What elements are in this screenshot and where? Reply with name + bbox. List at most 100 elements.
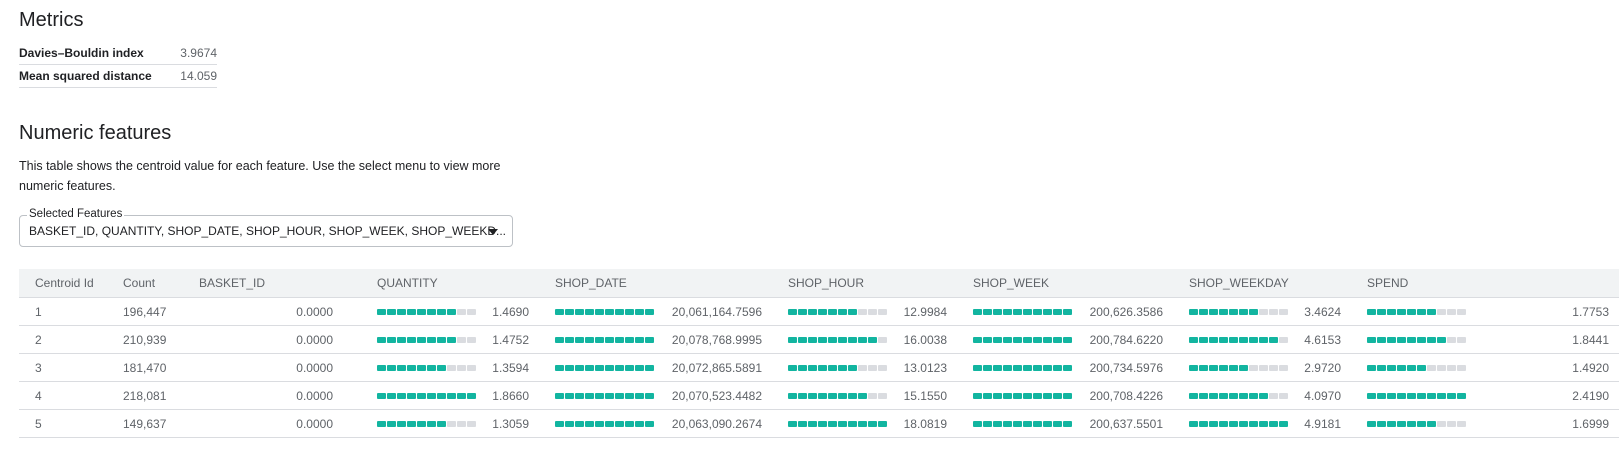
bar-segment	[437, 364, 446, 371]
bar-segment	[457, 336, 466, 343]
centroid-value-bar	[973, 336, 1072, 343]
bar-segment	[848, 336, 857, 343]
bar-segment	[878, 420, 887, 427]
bar-segment	[447, 420, 456, 427]
bar-segment	[575, 308, 584, 315]
bar-segment	[1229, 308, 1238, 315]
bar-segment	[1397, 392, 1406, 399]
bar-segment	[1219, 336, 1228, 343]
bar-segment	[1063, 308, 1072, 315]
bar-segment	[615, 308, 624, 315]
column-header-shop-hour: SHOP_HOUR	[772, 269, 957, 298]
centroid-value: 1.4920	[1572, 360, 1609, 375]
bar-segment	[788, 308, 797, 315]
bar-segment	[1279, 364, 1288, 371]
centroid-value: 15.1550	[903, 388, 947, 403]
bar-segment	[1437, 420, 1446, 427]
bar-segment	[1417, 336, 1426, 343]
select-label: Selected Features	[27, 208, 125, 220]
bar-segment	[798, 364, 807, 371]
basket-id-cell: 0.0000	[183, 353, 361, 382]
centroid-value-bar	[788, 308, 887, 315]
centroid-value: 12.9984	[903, 304, 947, 319]
bar-segment	[387, 420, 396, 427]
centroid-id-cell: 4	[19, 381, 107, 410]
centroid-value-bar	[1189, 308, 1288, 315]
bar-segment	[605, 392, 614, 399]
selected-features-select[interactable]: Selected Features BASKET_ID, QUANTITY, S…	[19, 208, 513, 247]
bar-segment	[467, 392, 476, 399]
bar-segment	[878, 308, 887, 315]
feature-value-cell: 1.8660	[361, 381, 539, 410]
centroid-value: 1.4690	[492, 304, 529, 319]
bar-segment	[828, 336, 837, 343]
centroid-value-bar	[973, 364, 1072, 371]
bar-segment	[467, 364, 476, 371]
bar-segment	[467, 308, 476, 315]
centroid-value: 16.0038	[903, 332, 947, 347]
feature-value-cell: 4.0970	[1173, 381, 1351, 410]
bar-segment	[1043, 392, 1052, 399]
bar-segment	[1239, 392, 1248, 399]
bar-segment	[575, 392, 584, 399]
column-header-basket-id: BASKET_ID	[183, 269, 361, 298]
bar-segment	[788, 336, 797, 343]
bar-segment	[1219, 420, 1228, 427]
bar-segment	[848, 392, 857, 399]
bar-segment	[407, 308, 416, 315]
numeric-features-description: This table shows the centroid value for …	[19, 159, 501, 193]
bar-segment	[625, 336, 634, 343]
feature-value-cell: 20,061,164.7596	[539, 297, 772, 326]
centroid-value: 20,061,164.7596	[671, 304, 762, 319]
bar-segment	[645, 392, 654, 399]
bar-segment	[1033, 420, 1042, 427]
bar-segment	[1377, 308, 1386, 315]
bar-segment	[1407, 308, 1416, 315]
bar-segment	[1367, 392, 1376, 399]
bar-segment	[615, 336, 624, 343]
bar-segment	[1367, 308, 1376, 315]
bar-segment	[427, 420, 436, 427]
bar-segment	[1397, 420, 1406, 427]
bar-segment	[1033, 336, 1042, 343]
bar-segment	[437, 392, 446, 399]
bar-segment	[818, 308, 827, 315]
feature-value-cell: 200,626.3586	[957, 297, 1173, 326]
bar-segment	[1407, 336, 1416, 343]
bar-segment	[818, 392, 827, 399]
bar-segment	[1249, 364, 1258, 371]
bar-segment	[1013, 308, 1022, 315]
bar-segment	[437, 308, 446, 315]
bar-segment	[1427, 364, 1436, 371]
bar-segment	[1377, 392, 1386, 399]
column-header-shop-weekday: SHOP_WEEKDAY	[1173, 269, 1351, 298]
bar-segment	[1209, 392, 1218, 399]
bar-segment	[828, 420, 837, 427]
centroid-value: 2.9720	[1304, 360, 1341, 375]
bar-segment	[1013, 392, 1022, 399]
bar-segment	[1239, 336, 1248, 343]
centroid-value-bar	[1189, 420, 1288, 427]
bar-segment	[993, 336, 1002, 343]
bar-segment	[868, 336, 877, 343]
centroid-value-bar	[973, 420, 1072, 427]
centroid-value-bar	[788, 336, 887, 343]
bar-segment	[788, 392, 797, 399]
bar-segment	[1457, 336, 1466, 343]
bar-segment	[615, 420, 624, 427]
column-header-centroid-id: Centroid Id	[19, 269, 107, 298]
bar-segment	[1447, 336, 1456, 343]
bar-segment	[1053, 392, 1062, 399]
dropdown-arrow-icon[interactable]	[488, 229, 498, 235]
table-row: 2 210,939 0.0000 1.4752 20,078,768.9995 16.00…	[19, 325, 1619, 354]
bar-segment	[635, 364, 644, 371]
bar-segment	[798, 336, 807, 343]
bar-segment	[645, 308, 654, 315]
feature-value-cell: 20,063,090.2674	[539, 409, 772, 438]
feature-value-cell: 200,637.5501	[957, 409, 1173, 438]
bar-segment	[377, 392, 386, 399]
bar-segment	[788, 364, 797, 371]
centroid-value: 1.8441	[1572, 332, 1609, 347]
bar-segment	[808, 364, 817, 371]
bar-segment	[1367, 420, 1376, 427]
